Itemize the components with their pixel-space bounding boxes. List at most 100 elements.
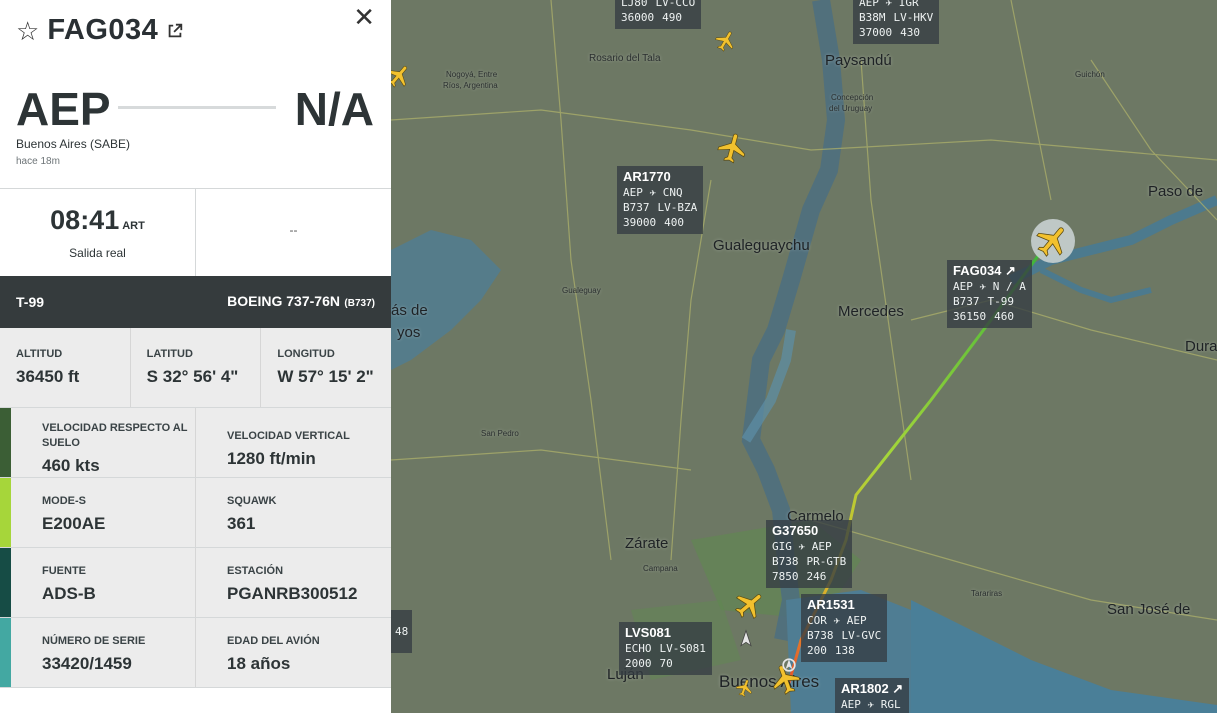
- city-paysandu: Paysandú: [825, 52, 892, 69]
- altitude-label: ALTITUD: [16, 348, 63, 360]
- serial-value: 33420/1459: [42, 654, 132, 673]
- flight-registration: LV-BZA: [657, 201, 698, 214]
- flight-edge-number: 48: [395, 625, 409, 638]
- city-rosario-del-tala: Rosario del Tala: [589, 53, 661, 64]
- city-san-pedro: San Pedro: [481, 429, 519, 438]
- flight-altitude: 2000: [625, 657, 652, 670]
- flight-label-edge[interactable]: 48: [391, 610, 413, 653]
- flight-speed: 400: [664, 216, 684, 229]
- vertical-speed-cell: VELOCIDAD VERTICAL 1280 ft/min: [195, 408, 391, 477]
- route-line: [118, 106, 276, 109]
- city-paso-de: Paso de: [1148, 183, 1204, 200]
- departure-time-label: Salida real: [69, 246, 126, 260]
- flight-type: B737: [953, 295, 980, 308]
- source-value: ADS-B: [42, 584, 96, 603]
- flight-route: AEP ✈ CNQ: [623, 186, 683, 199]
- squawk-label: SQUAWK: [227, 495, 277, 507]
- source-cell: FUENTE ADS-B: [11, 548, 195, 617]
- flight-registration: LV-CCO: [655, 0, 696, 9]
- flight-type: B738: [807, 629, 834, 642]
- flight-altitude: 7850: [772, 570, 799, 583]
- mode-s-cell: MODE-S E200AE: [11, 478, 195, 547]
- city-mercedes: Mercedes: [838, 303, 904, 320]
- flight-route: AEP ✈ N / A: [953, 280, 1026, 293]
- close-icon[interactable]: ✕: [353, 4, 375, 30]
- longitude-cell: LONGITUD W 57° 15' 2": [260, 328, 391, 407]
- flight-label-ar1770[interactable]: AR1770 AEP ✈ CNQ B737 LV-BZA 39000 400: [617, 166, 704, 234]
- flight-callsign: AR1531: [807, 597, 855, 612]
- serial-label: NÚMERO DE SERIE: [42, 635, 146, 647]
- detail-stripe: [0, 408, 11, 477]
- flight-label-g37650[interactable]: G37650 GIG ✈ AEP B738 PR-GTB 7850 246: [766, 520, 853, 588]
- detail-stripe: [0, 548, 11, 617]
- times-section: 08:41 ART Salida real --: [0, 188, 391, 276]
- flight-route: ECHO: [625, 642, 652, 655]
- detail-row-transponder: MODE-S E200AE SQUAWK 361: [0, 478, 391, 548]
- details-grid: VELOCIDAD RESPECTO AL SUELO 460 kts VELO…: [0, 408, 391, 688]
- flight-altitude: 37000: [859, 26, 893, 39]
- aircraft-bar[interactable]: T-99 BOEING 737-76N (B737): [0, 276, 391, 328]
- plane-glider-icon[interactable]: [736, 629, 756, 649]
- flight-label-top1[interactable]: LJ80 LV-CCO 36000 490: [615, 0, 702, 29]
- detail-row-speed: VELOCIDAD RESPECTO AL SUELO 460 kts VELO…: [0, 408, 391, 478]
- route-summary: AEP N/A: [16, 82, 374, 142]
- aircraft-age-cell: EDAD DEL AVIÓN 18 años: [195, 618, 391, 687]
- longitude-value: W 57° 15' 2": [277, 367, 374, 386]
- flight-header: ☆ FAG034: [16, 14, 184, 47]
- flight-callsign: AR1802 ↗: [841, 681, 904, 696]
- departure-timezone: ART: [122, 220, 145, 232]
- station-label: ESTACIÓN: [227, 565, 284, 577]
- city-gualeguaychu: Gualeguaychu: [713, 237, 810, 254]
- flight-registration: LV-S081: [659, 642, 706, 655]
- detail-row-serial: NÚMERO DE SERIE 33420/1459 EDAD DEL AVIÓ…: [0, 618, 391, 688]
- flight-label-ar1531[interactable]: AR1531 COR ✈ AEP B738 LV-GVC 200 138: [801, 594, 888, 662]
- longitude-label: LONGITUD: [277, 348, 335, 360]
- city-guichon: Guichón: [1075, 70, 1105, 79]
- city-nogoya-2: Ríos, Argentina: [443, 81, 498, 90]
- flight-label-fag034[interactable]: FAG034 ↗ AEP ✈ N / A B737 T-99 36150 460: [947, 260, 1032, 328]
- city-zarate: Zárate: [625, 535, 669, 552]
- latitude-label: LATITUD: [146, 348, 193, 360]
- flight-detail-panel: ☆ FAG034 ✕ AEP N/A Buenos Aires (SABE) h…: [0, 0, 391, 713]
- source-label: FUENTE: [42, 565, 86, 577]
- ground-speed-value: 460 kts: [42, 456, 100, 475]
- favorite-star-icon[interactable]: ☆: [16, 18, 39, 44]
- flight-callsign-title: FAG034: [47, 14, 159, 46]
- city-concepcion-2: del Uruguay: [829, 104, 873, 113]
- ground-speed-cell: VELOCIDAD RESPECTO AL SUELO 460 kts: [11, 408, 195, 477]
- flight-label-top2[interactable]: AEP ✈ IGR B38M LV-HKV 37000 430: [853, 0, 940, 44]
- flight-route: AEP ✈ RGL: [841, 698, 901, 711]
- flight-speed: 460: [994, 310, 1014, 323]
- latitude-cell: LATITUD S 32° 56' 4": [129, 328, 261, 407]
- flight-map[interactable]: Paysandú Gualeguaychu Mercedes Carmelo Z…: [391, 0, 1217, 713]
- flight-altitude: 39000: [623, 216, 657, 229]
- flight-callsign: AR1770: [623, 169, 671, 184]
- flight-speed: 246: [806, 570, 827, 583]
- squawk-value: 361: [227, 514, 256, 533]
- flight-speed: 138: [834, 644, 855, 657]
- city-san-jose: San José de: [1107, 601, 1191, 618]
- flight-callsign: LVS081: [625, 625, 672, 640]
- departure-time: 08:41: [50, 205, 120, 235]
- position-section: ALTITUD 36450 ft LATITUD S 32° 56' 4" LO…: [0, 328, 391, 408]
- squawk-cell: SQUAWK 361: [195, 478, 391, 547]
- arrival-time-cell: --: [195, 189, 391, 276]
- flight-altitude: 200: [807, 644, 827, 657]
- flight-altitude: 36000: [621, 11, 655, 24]
- external-link-icon[interactable]: [166, 22, 184, 40]
- departure-time-cell: 08:41 ART Salida real: [0, 189, 195, 276]
- destination-iata: N/A: [294, 83, 374, 135]
- arrival-time: --: [289, 223, 298, 237]
- station-cell: ESTACIÓN PGANRB300512: [195, 548, 391, 617]
- city-nogoya-1: Nogoyá, Entre: [446, 70, 498, 79]
- city-victoria-1: ás de: [391, 302, 428, 319]
- flight-label-lvs081[interactable]: LVS081 ECHO LV-S081 2000 70: [619, 622, 712, 675]
- station-value: PGANRB300512: [227, 584, 358, 603]
- plane-heli-icon[interactable]: [779, 655, 799, 675]
- vertical-speed-label: VELOCIDAD VERTICAL: [227, 430, 350, 442]
- flight-callsign: G37650: [772, 523, 819, 538]
- flight-speed: 70: [659, 657, 673, 670]
- flight-label-ar1802[interactable]: AR1802 ↗ AEP ✈ RGL: [835, 678, 910, 713]
- flight-type: B737: [623, 201, 650, 214]
- flight-speed: 490: [662, 11, 682, 24]
